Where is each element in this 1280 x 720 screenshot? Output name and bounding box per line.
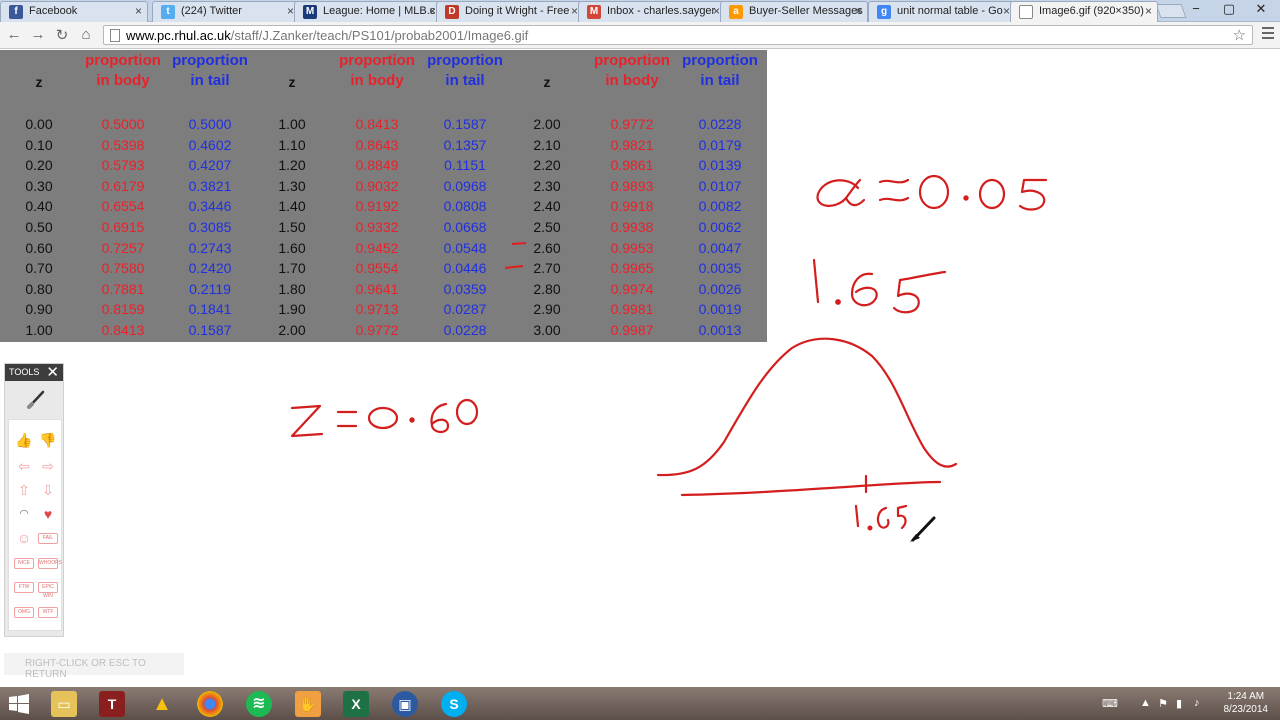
home-button[interactable]: ⌂ bbox=[76, 26, 96, 43]
tab-label: (224) Twitter bbox=[181, 5, 242, 17]
normal-curve bbox=[656, 337, 958, 477]
z-six bbox=[430, 402, 450, 434]
z-letter bbox=[290, 404, 324, 438]
z-zero bbox=[367, 406, 399, 430]
axis-six bbox=[876, 506, 890, 529]
axis-one bbox=[854, 504, 860, 528]
gmail-icon: M bbox=[587, 5, 601, 19]
maximize-icon[interactable]: ▢ bbox=[1217, 1, 1241, 17]
back-button[interactable]: ← bbox=[4, 26, 24, 43]
tab-label: Image6.gif (920×350) bbox=[1039, 5, 1144, 17]
alpha-dot bbox=[963, 195, 969, 201]
close-window-icon[interactable]: ✕ bbox=[1249, 1, 1273, 17]
tab-label: Inbox - charles.sayger bbox=[607, 5, 716, 17]
tab-close-icon[interactable]: × bbox=[855, 4, 862, 18]
file-explorer-icon[interactable]: ▭ bbox=[51, 691, 77, 717]
clock-time: 1:24 AM bbox=[1227, 691, 1265, 702]
new-tab-button[interactable] bbox=[1155, 4, 1187, 18]
amazon-icon: a bbox=[729, 5, 743, 19]
tab-close-icon[interactable]: × bbox=[713, 4, 720, 18]
axis-dot bbox=[867, 525, 873, 531]
page-icon bbox=[1019, 5, 1033, 19]
pen-cursor-icon bbox=[910, 516, 936, 542]
tab-6[interactable]: g unit normal table - Go × bbox=[868, 1, 1016, 22]
forward-button[interactable]: → bbox=[28, 26, 48, 43]
crit-six bbox=[850, 272, 878, 307]
tab-close-icon[interactable]: × bbox=[571, 4, 578, 18]
crit-dot bbox=[835, 299, 841, 305]
mlb-icon: M bbox=[303, 5, 317, 19]
tab-close-icon[interactable]: × bbox=[429, 4, 436, 18]
tab-close-icon[interactable]: × bbox=[1003, 4, 1010, 18]
tab-0[interactable]: f Facebook × bbox=[0, 1, 148, 22]
axis-five bbox=[896, 504, 908, 530]
tab-label: League: Home | MLB.c bbox=[323, 5, 436, 17]
url-host: www.pc.rhul.ac.uk bbox=[126, 28, 231, 43]
crit-one bbox=[812, 258, 820, 304]
chrome-icon[interactable] bbox=[197, 691, 223, 717]
tab-2[interactable]: M League: Home | MLB.c × bbox=[294, 1, 442, 22]
tab-label: unit normal table - Go bbox=[897, 5, 1003, 17]
bookmark-star-icon[interactable]: ☆ bbox=[1233, 26, 1246, 44]
alpha-symbol bbox=[816, 178, 866, 207]
page-icon bbox=[110, 29, 120, 42]
tab-label: Facebook bbox=[29, 5, 78, 17]
tab-close-icon[interactable]: × bbox=[1145, 4, 1152, 18]
tab-close-icon[interactable]: × bbox=[287, 4, 294, 18]
excel-icon[interactable]: X bbox=[343, 691, 369, 717]
alpha-five bbox=[1018, 178, 1048, 211]
keyboard-icon[interactable]: ⌨ bbox=[1102, 697, 1118, 710]
browser-toolbar: ← → ↻ ⌂ www.pc.rhul.ac.uk/staff/J.Zanker… bbox=[0, 22, 1280, 49]
tab-close-icon[interactable]: × bbox=[135, 4, 142, 18]
tab-5[interactable]: a Buyer-Seller Messages × bbox=[720, 1, 868, 22]
crit-five bbox=[892, 270, 947, 314]
tab-strip: f Facebook × t (224) Twitter × M League: Home |… bbox=[0, 0, 1280, 22]
z-zero2 bbox=[455, 398, 479, 426]
network-icon[interactable]: ▮ bbox=[1176, 697, 1182, 710]
address-bar[interactable]: www.pc.rhul.ac.uk/staff/J.Zanker/teach/P… bbox=[103, 25, 1253, 45]
page-content: z proportion in body proportion in tail 0.00 0… bbox=[0, 50, 1280, 687]
media-icon[interactable]: ▣ bbox=[392, 691, 418, 717]
flag-icon[interactable]: ⚑ bbox=[1158, 697, 1168, 710]
alpha-zero bbox=[918, 174, 950, 210]
x-axis-line bbox=[680, 480, 942, 497]
z-equals bbox=[336, 410, 358, 428]
up-arrow-icon[interactable]: ▲ bbox=[1140, 697, 1151, 709]
volume-icon[interactable]: ♪ bbox=[1194, 697, 1200, 709]
tab-label: Buyer-Seller Messages bbox=[749, 5, 863, 17]
windows-taskbar: ▭ T ▲ ≋ ✋ X ▣ S ⌨ ▲ ⚑ ▮ ♪ 1:24 AM 8/23/2… bbox=[0, 687, 1280, 720]
doc-icon: D bbox=[445, 5, 459, 19]
tab-7[interactable]: Image6.gif (920×350) × bbox=[1010, 1, 1158, 22]
approx-sign bbox=[878, 178, 910, 202]
tab-1[interactable]: t (224) Twitter × bbox=[152, 1, 300, 22]
clock-date: 8/23/2014 bbox=[1223, 704, 1269, 715]
clock[interactable]: 1:24 AM 8/23/2014 bbox=[1224, 690, 1269, 716]
facebook-icon: f bbox=[9, 5, 23, 19]
z-dot bbox=[409, 417, 415, 423]
app-t-icon[interactable]: T bbox=[99, 691, 125, 717]
tab-4[interactable]: M Inbox - charles.sayger × bbox=[578, 1, 726, 22]
app-hand-icon[interactable]: ✋ bbox=[295, 691, 321, 717]
skype-icon[interactable]: S bbox=[441, 691, 467, 717]
google-drive-icon[interactable]: ▲ bbox=[149, 691, 175, 717]
url-path: /staff/J.Zanker/teach/PS101/probab2001/I… bbox=[230, 28, 529, 43]
windows-start-icon[interactable] bbox=[9, 694, 29, 714]
tab-label: Doing it Wright - Free bbox=[465, 5, 570, 17]
menu-icon[interactable] bbox=[1262, 27, 1274, 42]
reload-button[interactable]: ↻ bbox=[52, 26, 72, 44]
ink-annotations bbox=[290, 174, 1048, 542]
google-icon: g bbox=[877, 5, 891, 19]
alpha-zero2 bbox=[978, 178, 1006, 210]
tab-3[interactable]: D Doing it Wright - Free × bbox=[436, 1, 584, 22]
twitter-icon: t bbox=[161, 5, 175, 19]
minimize-icon[interactable]: − bbox=[1184, 1, 1208, 16]
spotify-icon[interactable]: ≋ bbox=[246, 691, 272, 717]
